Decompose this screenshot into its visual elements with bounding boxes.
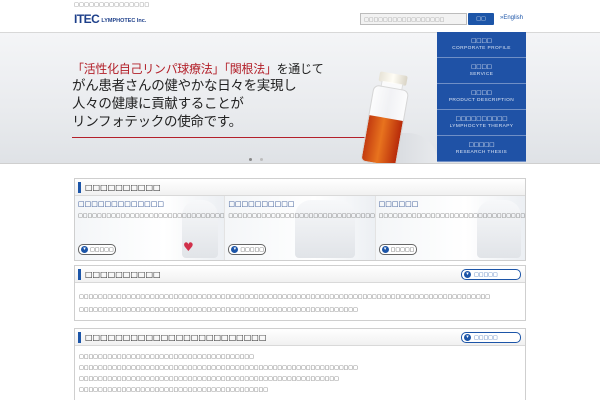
section-marker [78,182,81,193]
feature-text: □□□□□□□□□□□□□□□□□□□□□□□□□□□□□□□ [378,213,525,219]
doctor-image [294,200,355,258]
info-line: □□□□□□□□□□□□□□□□□□□□□□□□□□□□□□□□□□□□□□□□… [79,365,358,371]
chevron-down-icon: ▾ [381,246,389,253]
news-item[interactable]: □□□□□□□□□□□□□□□□□□□□□□□□□□□□□□□□□□□□□□□□… [79,304,521,317]
section-header: □□□□□□□□□□□□□□□□□□□□□□□□ ▾ □□□□□ [75,329,525,346]
section-header: □□□□□□□□□□ [75,179,525,196]
section-marker [78,332,81,343]
info-more-label: □□□□□ [474,334,498,341]
feature-more-label: □□□□□ [390,246,415,253]
top-note: □□□□□□□□□□□□□□□ [74,2,150,8]
section-title: □□□□□□□□□□ [85,270,161,279]
menu-label-en: RESEARCH THESIS [455,150,508,155]
site-logo[interactable]: ITEC LYMPHOTEC Inc. [74,13,146,25]
menu-research-thesis[interactable]: □□□□□ RESEARCH THESIS [437,136,526,162]
menu-product-description[interactable]: □□□□ PRODUCT DESCRIPTION [437,84,526,110]
feature-card[interactable]: □□□□□□□□□□ □□□□□□□□□□□□□□□□□□□□□□□□□□□□□… [225,196,376,260]
search-input[interactable]: □□□□□□□□□□□□□□□□□ [360,13,467,25]
menu-label-jp: □□□□□ [468,142,495,148]
section-marker [78,269,81,280]
news-more-label: □□□□□ [474,271,498,278]
feature-text: □□□□□□□□□□□□□□□□□□□□□□□□□□□□□□□□□□□□□□□□… [228,213,376,219]
logo-text: LYMPHOTEC Inc. [101,18,147,24]
hero-menu: □□□□ CORPORATE PROFILE □□□□ SERVICE □□□□… [437,32,526,162]
feature-title: □□□□□□ [378,200,419,208]
hero-line-1-quote: 「活性化自己リンパ球療法」「関根法」 [72,62,277,76]
chevron-down-icon: ▾ [81,246,88,253]
hero-line-4: リンフォテックの使命です。 [72,114,242,130]
site-header: ITEC LYMPHOTEC Inc. □□□□□□□□□□□□□□□□□ □□… [0,10,600,32]
news-section: □□□□□□□□□□ ▾ □□□□□ □□□□□□□□□□□□□□□□□□□□□□… [74,265,526,321]
section-header: □□□□□□□□□□ ▾ □□□□□ [75,266,525,283]
hero-divider [72,137,392,138]
menu-service[interactable]: □□□□ SERVICE [437,58,526,84]
hero-line-1: 「活性化自己リンパ球療法」「関根法」を通じて [72,61,324,77]
hero-copy: 「活性化自己リンパ球療法」「関根法」を通じて がん患者さんの健やかな日々を実現し… [72,61,324,131]
menu-label-en: PRODUCT DESCRIPTION [448,98,515,103]
feature-title: □□□□□□□□□□□□□ [78,200,164,208]
features-section: □□□□□□□□□□ ♥ □□□□□□□□□□□□□ □□□□□□□□□□□□□… [74,178,526,261]
hero-line-3: 人々の健康に貢献することが [72,96,244,112]
news-item[interactable]: □□□□□□□□□□□□□□□□□□□□□□□□□□□□□□□□□□□□□□□□… [79,291,521,304]
search-button[interactable]: □□ [468,13,494,25]
feature-more-button[interactable]: ▾ □□□□□ [378,244,417,255]
section-title: □□□□□□□□□□□□□□□□□□□□□□□□ [85,333,267,342]
info-line: □□□□□□□□□□□□□□□□□□□□□□□□□□□□□□□□□□□□□□□□ [79,387,268,393]
menu-label-en: LYMPHOCYTE THERAPY [449,124,514,129]
chevron-down-icon: ▾ [464,334,471,341]
news-more-button[interactable]: ▾ □□□□□ [461,269,521,280]
section-title: □□□□□□□□□□ [85,183,161,192]
feature-text: □□□□□□□□□□□□□□□□□□□□□□□□□□□□□□□□□□□□□□□□… [78,213,225,219]
hero-line-1-suffix: を通じて [276,62,324,76]
info-section: □□□□□□□□□□□□□□□□□□□□□□□□ ▾ □□□□□ □□□□□□□□… [74,328,526,400]
menu-label-jp: □□□□ [471,90,492,96]
info-line: □□□□□□□□□□□□□□□□□□□□□□□□□□□□□□□□□□□□□ [79,354,254,360]
menu-lymphocyte-therapy[interactable]: □□□□□□□□□□ LYMPHOCYTE THERAPY [437,110,526,136]
menu-label-jp: □□□□ [471,64,492,70]
feature-more-button[interactable]: ▾ □□□□□ [78,244,116,255]
slider-dot-2[interactable] [260,158,263,161]
chevron-down-icon: ▾ [231,246,239,253]
menu-label-en: CORPORATE PROFILE [452,46,511,51]
logo-mark: ITEC [74,12,100,26]
chevron-down-icon: ▾ [464,271,471,278]
heart-icon: ♥ [183,240,194,254]
english-link[interactable]: »English [500,15,523,21]
slider-dots [249,158,263,161]
hero-line-2: がん患者さんの健やかな日々を実現し [72,78,297,94]
feature-title: □□□□□□□□□□ [228,200,295,208]
feature-card[interactable]: □□□□□□ □□□□□□□□□□□□□□□□□□□□□□□□□□□□□□□ ▾… [375,196,525,260]
slider-dot-1[interactable] [249,158,252,161]
menu-label-jp: □□□□□□□□□□ [455,116,508,122]
feature-more-button[interactable]: ▾ □□□□□ [228,244,267,255]
info-line: □□□□□□□□□□□□□□□□□□□□□□□□□□□□□□□□□□□□□□□□… [79,376,339,382]
menu-label-en: SERVICE [469,72,494,77]
feature-more-label: □□□□□ [240,246,264,253]
menu-label-jp: □□□□ [471,38,492,44]
feature-card[interactable]: ♥ □□□□□□□□□□□□□ □□□□□□□□□□□□□□□□□□□□□□□□… [75,196,226,260]
menu-corporate-profile[interactable]: □□□□ CORPORATE PROFILE [437,32,526,58]
feature-more-label: □□□□□ [90,246,114,253]
info-more-button[interactable]: ▾ □□□□□ [461,332,521,343]
doctor-writing-image [476,200,521,258]
